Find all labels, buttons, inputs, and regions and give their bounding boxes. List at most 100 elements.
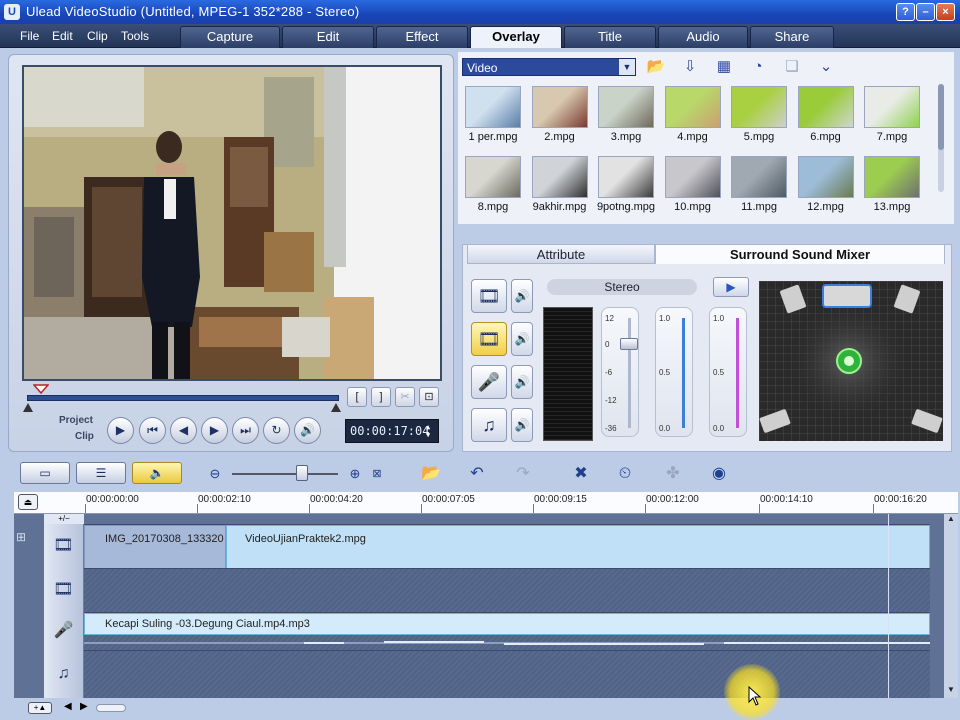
library-thumbnail[interactable]: 9potng.mpg	[597, 156, 655, 216]
audio-mix-icon[interactable]: ✤	[660, 462, 686, 486]
video-track-speaker-icon[interactable]: 🔊	[511, 279, 533, 313]
timeline-ruler[interactable]: ⏏ 00:00:00:00 00:00:02:10 00:00:04:20 00…	[14, 492, 958, 514]
clip-mode-label[interactable]: Clip	[75, 431, 94, 442]
insert-media-icon[interactable]: 📂	[418, 462, 444, 486]
tab-title[interactable]: Title	[564, 26, 656, 48]
library-thumbnail[interactable]: 13.mpg	[863, 156, 921, 216]
tab-capture[interactable]: Capture	[180, 26, 280, 48]
add-track-icon[interactable]: +▲	[28, 702, 52, 714]
menu-clip[interactable]: Clip	[87, 29, 108, 43]
volume-fader-knob[interactable]	[620, 338, 638, 350]
menu-file[interactable]: File	[20, 29, 39, 43]
timeline-view-button[interactable]: ☰	[76, 462, 126, 484]
playhead[interactable]	[888, 514, 889, 698]
chevron-down-icon[interactable]: ▼	[619, 59, 635, 75]
menu-edit[interactable]: Edit	[52, 29, 73, 43]
library-thumbnail[interactable]: 10.mpg	[664, 156, 722, 216]
expand-icon[interactable]: ⌄	[814, 56, 838, 78]
voice-track-button[interactable]: 🎤	[471, 365, 507, 399]
tab-audio[interactable]: Audio	[658, 26, 748, 48]
audio-clip[interactable]: Kecapi Suling -03.Degung Ciaul.mp4.mp3	[84, 613, 930, 635]
smart-proxy-icon[interactable]: ✖	[568, 462, 594, 486]
library-view-icon[interactable]: ▦	[712, 56, 736, 78]
library-thumbnail[interactable]: 2.mpg	[531, 86, 589, 146]
video-track-header-icon[interactable]: 🎞	[44, 524, 84, 568]
play-button[interactable]: ▶	[107, 417, 134, 444]
library-thumbnail[interactable]: 4.mpg	[664, 86, 722, 146]
audio-view-button[interactable]: 🔈	[132, 462, 182, 484]
timecode-display[interactable]: 00:00:17:04 ▲ ▼	[345, 419, 439, 443]
tab-attribute[interactable]: Attribute	[467, 244, 655, 264]
go-to-end-icon[interactable]: ⏭	[232, 417, 259, 444]
folder-open-icon[interactable]: 📂	[644, 56, 668, 78]
fit-project-icon[interactable]: ⊠	[364, 462, 390, 486]
undo-icon[interactable]: ↶	[464, 462, 490, 486]
close-button[interactable]: ×	[936, 3, 955, 21]
system-volume-icon[interactable]: 🔊	[294, 417, 321, 444]
tab-overlay[interactable]: Overlay	[470, 26, 562, 48]
overlay-track-speaker-icon[interactable]: 🔊	[511, 322, 533, 356]
zoom-slider-knob[interactable]	[296, 465, 308, 481]
trim-start-marker[interactable]	[23, 403, 33, 412]
menu-tools[interactable]: Tools	[121, 29, 149, 43]
library-manager-icon[interactable]: ◔	[746, 56, 770, 78]
surround-5-1-icon[interactable]: ◉	[706, 462, 732, 486]
library-thumbnail[interactable]: 11.mpg	[730, 156, 788, 216]
video-clip[interactable]: IMG_20170308_133320	[84, 525, 226, 569]
scroll-right-icon[interactable]: ▶	[80, 701, 88, 712]
library-thumbnail[interactable]: 1 per.mpg	[464, 86, 522, 146]
library-thumbnail[interactable]: 9akhir.mpg	[531, 156, 589, 216]
overlay-track-button[interactable]: 🎞	[471, 322, 507, 356]
library-category-select[interactable]: Video ▼	[462, 58, 636, 76]
video-track-lane[interactable]: IMG_20170308_133320 VideoUjianPraktek2.m…	[84, 524, 930, 569]
library-options-icon[interactable]: ❏	[780, 56, 804, 78]
zoom-slider[interactable]	[232, 473, 338, 475]
tab-surround-sound-mixer[interactable]: Surround Sound Mixer	[655, 244, 945, 264]
cut-clip-icon[interactable]: ✂	[395, 387, 415, 407]
storyboard-view-button[interactable]: ▭	[20, 462, 70, 484]
timer-icon[interactable]: ⏲	[612, 462, 638, 486]
library-thumbnail[interactable]: 6.mpg	[797, 86, 855, 146]
library-thumbnail[interactable]: 8.mpg	[464, 156, 522, 216]
library-scrollbar[interactable]	[938, 84, 944, 192]
help-button[interactable]: ?	[896, 3, 915, 21]
play-mix-button[interactable]: ▶	[713, 277, 749, 297]
library-thumbnail[interactable]: 7.mpg	[863, 86, 921, 146]
scrubber-handle[interactable]	[33, 384, 49, 394]
music-track-lane[interactable]	[84, 650, 930, 698]
library-thumbnail[interactable]: 12.mpg	[797, 156, 855, 216]
minimize-button[interactable]: –	[916, 3, 935, 21]
collapse-tracks-icon[interactable]: ⏏	[18, 494, 38, 510]
redo-icon[interactable]: ↷	[510, 462, 536, 486]
music-track-header-icon[interactable]: ♫	[44, 650, 84, 698]
mark-out-button[interactable]: ]	[371, 387, 391, 407]
tab-effect[interactable]: Effect	[376, 26, 468, 48]
timeline-vertical-scrollbar[interactable]: ▲ ▼	[944, 514, 958, 698]
music-track-button[interactable]: ♫	[471, 408, 507, 442]
library-thumbnail[interactable]: 3.mpg	[597, 86, 655, 146]
horizontal-scroll-thumb[interactable]	[96, 704, 126, 712]
project-mode-label[interactable]: Project	[59, 415, 93, 426]
tab-edit[interactable]: Edit	[282, 26, 374, 48]
zoom-out-icon[interactable]: ⊖	[202, 462, 228, 486]
import-icon[interactable]: ⇩	[678, 56, 702, 78]
surround-sound-field[interactable]	[759, 281, 943, 441]
next-frame-icon[interactable]: ▶	[201, 417, 228, 444]
timecode-spinner[interactable]: ▲ ▼	[426, 423, 436, 439]
music-track-speaker-icon[interactable]: 🔊	[511, 408, 533, 442]
voice-track-lane[interactable]: Kecapi Suling -03.Degung Ciaul.mp4.mp3	[84, 612, 930, 650]
repeat-icon[interactable]: ↻	[263, 417, 290, 444]
voice-track-speaker-icon[interactable]: 🔊	[511, 365, 533, 399]
channel-fader-purple[interactable]: 1.0 0.5 0.0	[709, 307, 747, 437]
tab-share[interactable]: Share	[750, 26, 834, 48]
scroll-left-icon[interactable]: ◀	[64, 701, 72, 712]
volume-fader[interactable]: 12 0 -6 -12 -36	[601, 307, 639, 437]
video-clip[interactable]: VideoUjianPraktek2.mpg	[226, 525, 930, 569]
voice-track-header-icon[interactable]: 🎤	[44, 612, 84, 650]
track-manager-icon[interactable]: ⊞	[16, 530, 40, 548]
go-to-start-icon[interactable]: ⏮	[139, 417, 166, 444]
mark-in-button[interactable]: [	[347, 387, 367, 407]
video-track-button[interactable]: 🎞	[471, 279, 507, 313]
channel-fader-blue[interactable]: 1.0 0.5 0.0	[655, 307, 693, 437]
preview-scrubber[interactable]	[27, 395, 339, 401]
